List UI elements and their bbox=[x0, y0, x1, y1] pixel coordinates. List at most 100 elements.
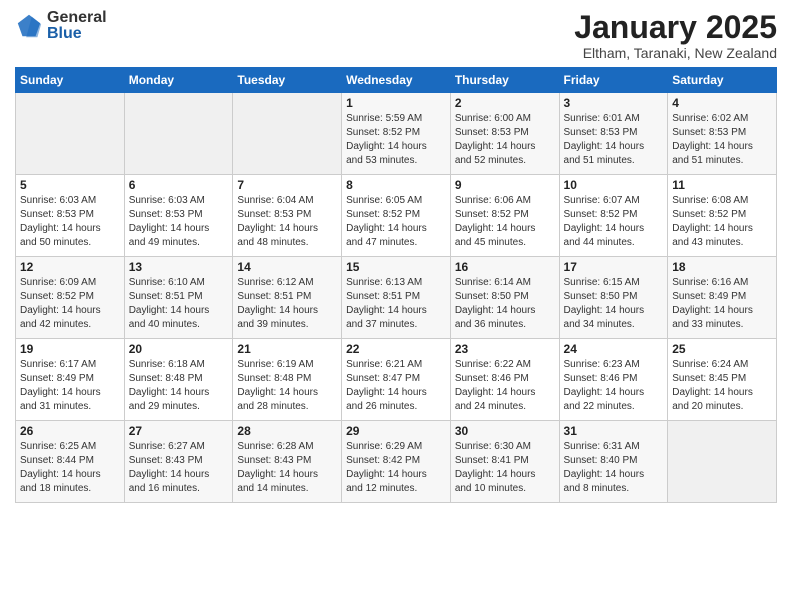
calendar-cell: 8Sunrise: 6:05 AM Sunset: 8:52 PM Daylig… bbox=[342, 175, 451, 257]
day-number: 23 bbox=[455, 342, 555, 356]
calendar-cell bbox=[124, 93, 233, 175]
day-number: 28 bbox=[237, 424, 337, 438]
calendar-cell: 25Sunrise: 6:24 AM Sunset: 8:45 PM Dayli… bbox=[668, 339, 777, 421]
cell-info: Sunrise: 6:29 AM Sunset: 8:42 PM Dayligh… bbox=[346, 440, 446, 496]
month-title: January 2025 bbox=[574, 10, 777, 45]
cell-info: Sunrise: 6:24 AM Sunset: 8:45 PM Dayligh… bbox=[672, 358, 772, 414]
cell-info: Sunrise: 5:59 AM Sunset: 8:52 PM Dayligh… bbox=[346, 112, 446, 168]
day-number: 20 bbox=[129, 342, 229, 356]
logo: General Blue bbox=[15, 10, 107, 42]
day-number: 10 bbox=[564, 178, 664, 192]
calendar-cell: 30 Sunrise: 6:30 AM Sunset: 8:41 PM Dayli… bbox=[450, 421, 559, 503]
day-number: 22 bbox=[346, 342, 446, 356]
calendar-cell bbox=[16, 93, 125, 175]
day-number: 11 bbox=[672, 178, 772, 192]
day-number: 1 bbox=[346, 96, 446, 110]
cell-info: Sunrise: 6:09 AM Sunset: 8:52 PM Dayligh… bbox=[20, 276, 120, 332]
calendar-cell: 5 Sunrise: 6:03 AM Sunset: 8:53 PM Daylig… bbox=[16, 175, 125, 257]
calendar-cell: 10 Sunrise: 6:07 AM Sunset: 8:52 PM Dayli… bbox=[559, 175, 668, 257]
cell-info: Sunrise: 6:07 AM Sunset: 8:52 PM Dayligh… bbox=[564, 194, 664, 250]
cell-info: Sunrise: 6:16 AM Sunset: 8:49 PM Dayligh… bbox=[672, 276, 772, 332]
header-row: SundayMondayTuesdayWednesdayThursdayFrid… bbox=[16, 68, 777, 93]
day-number: 27 bbox=[129, 424, 229, 438]
calendar-cell: 24Sunrise: 6:23 AM Sunset: 8:46 PM Dayli… bbox=[559, 339, 668, 421]
day-number: 14 bbox=[237, 260, 337, 274]
title-section: January 2025 Eltham, Taranaki, New Zeala… bbox=[574, 10, 777, 61]
week-row-4: 26Sunrise: 6:25 AM Sunset: 8:44 PM Dayli… bbox=[16, 421, 777, 503]
day-number: 31 bbox=[564, 424, 664, 438]
calendar-cell bbox=[233, 93, 342, 175]
calendar-cell: 23 Sunrise: 6:22 AM Sunset: 8:46 PM Dayli… bbox=[450, 339, 559, 421]
calendar-cell: 15Sunrise: 6:13 AM Sunset: 8:51 PM Dayli… bbox=[342, 257, 451, 339]
cell-info: Sunrise: 6:21 AM Sunset: 8:47 PM Dayligh… bbox=[346, 358, 446, 414]
day-number: 9 bbox=[455, 178, 555, 192]
logo-general-text: General bbox=[47, 10, 107, 26]
cell-info: Sunrise: 6:13 AM Sunset: 8:51 PM Dayligh… bbox=[346, 276, 446, 332]
cell-info: Sunrise: 6:08 AM Sunset: 8:52 PM Dayligh… bbox=[672, 194, 772, 250]
day-number: 5 bbox=[20, 178, 120, 192]
calendar-cell: 14 Sunrise: 6:12 AM Sunset: 8:51 PM Dayli… bbox=[233, 257, 342, 339]
cell-info: Sunrise: 6:19 AM Sunset: 8:48 PM Dayligh… bbox=[237, 358, 337, 414]
cell-info: Sunrise: 6:04 AM Sunset: 8:53 PM Dayligh… bbox=[237, 194, 337, 250]
calendar-cell: 11 Sunrise: 6:08 AM Sunset: 8:52 PM Dayli… bbox=[668, 175, 777, 257]
calendar-cell: 4 Sunrise: 6:02 AM Sunset: 8:53 PM Daylig… bbox=[668, 93, 777, 175]
cell-info: Sunrise: 6:01 AM Sunset: 8:53 PM Dayligh… bbox=[564, 112, 664, 168]
day-number: 29 bbox=[346, 424, 446, 438]
calendar-cell: 28 Sunrise: 6:28 AM Sunset: 8:43 PM Dayli… bbox=[233, 421, 342, 503]
calendar-cell: 12 Sunrise: 6:09 AM Sunset: 8:52 PM Dayli… bbox=[16, 257, 125, 339]
calendar-cell: 21 Sunrise: 6:19 AM Sunset: 8:48 PM Dayli… bbox=[233, 339, 342, 421]
calendar-table: SundayMondayTuesdayWednesdayThursdayFrid… bbox=[15, 67, 777, 503]
col-header-saturday: Saturday bbox=[668, 68, 777, 93]
cell-info: Sunrise: 6:17 AM Sunset: 8:49 PM Dayligh… bbox=[20, 358, 120, 414]
day-number: 4 bbox=[672, 96, 772, 110]
day-number: 13 bbox=[129, 260, 229, 274]
cell-info: Sunrise: 6:02 AM Sunset: 8:53 PM Dayligh… bbox=[672, 112, 772, 168]
cell-info: Sunrise: 6:30 AM Sunset: 8:41 PM Dayligh… bbox=[455, 440, 555, 496]
calendar-cell: 2Sunrise: 6:00 AM Sunset: 8:53 PM Daylig… bbox=[450, 93, 559, 175]
header: General Blue January 2025 Eltham, Tarana… bbox=[15, 10, 777, 61]
calendar-cell: 31 Sunrise: 6:31 AM Sunset: 8:40 PM Dayli… bbox=[559, 421, 668, 503]
calendar-cell: 7Sunrise: 6:04 AM Sunset: 8:53 PM Daylig… bbox=[233, 175, 342, 257]
week-row-1: 5 Sunrise: 6:03 AM Sunset: 8:53 PM Daylig… bbox=[16, 175, 777, 257]
day-number: 19 bbox=[20, 342, 120, 356]
col-header-friday: Friday bbox=[559, 68, 668, 93]
day-number: 21 bbox=[237, 342, 337, 356]
week-row-3: 19 Sunrise: 6:17 AM Sunset: 8:49 PM Dayli… bbox=[16, 339, 777, 421]
calendar-cell: 16Sunrise: 6:14 AM Sunset: 8:50 PM Dayli… bbox=[450, 257, 559, 339]
day-number: 16 bbox=[455, 260, 555, 274]
cell-info: Sunrise: 6:23 AM Sunset: 8:46 PM Dayligh… bbox=[564, 358, 664, 414]
col-header-wednesday: Wednesday bbox=[342, 68, 451, 93]
calendar-cell: 17 Sunrise: 6:15 AM Sunset: 8:50 PM Dayli… bbox=[559, 257, 668, 339]
calendar-cell: 29 Sunrise: 6:29 AM Sunset: 8:42 PM Dayli… bbox=[342, 421, 451, 503]
col-header-tuesday: Tuesday bbox=[233, 68, 342, 93]
cell-info: Sunrise: 6:27 AM Sunset: 8:43 PM Dayligh… bbox=[129, 440, 229, 496]
calendar-cell: 22 Sunrise: 6:21 AM Sunset: 8:47 PM Dayli… bbox=[342, 339, 451, 421]
cell-info: Sunrise: 6:10 AM Sunset: 8:51 PM Dayligh… bbox=[129, 276, 229, 332]
cell-info: Sunrise: 6:12 AM Sunset: 8:51 PM Dayligh… bbox=[237, 276, 337, 332]
cell-info: Sunrise: 6:03 AM Sunset: 8:53 PM Dayligh… bbox=[129, 194, 229, 250]
cell-info: Sunrise: 6:15 AM Sunset: 8:50 PM Dayligh… bbox=[564, 276, 664, 332]
calendar-cell: 3Sunrise: 6:01 AM Sunset: 8:53 PM Daylig… bbox=[559, 93, 668, 175]
cell-info: Sunrise: 6:03 AM Sunset: 8:53 PM Dayligh… bbox=[20, 194, 120, 250]
day-number: 2 bbox=[455, 96, 555, 110]
calendar-cell: 20 Sunrise: 6:18 AM Sunset: 8:48 PM Dayli… bbox=[124, 339, 233, 421]
day-number: 30 bbox=[455, 424, 555, 438]
day-number: 6 bbox=[129, 178, 229, 192]
cell-info: Sunrise: 6:18 AM Sunset: 8:48 PM Dayligh… bbox=[129, 358, 229, 414]
logo-icon bbox=[15, 12, 43, 40]
location: Eltham, Taranaki, New Zealand bbox=[574, 45, 777, 61]
calendar-cell: 26Sunrise: 6:25 AM Sunset: 8:44 PM Dayli… bbox=[16, 421, 125, 503]
day-number: 26 bbox=[20, 424, 120, 438]
day-number: 17 bbox=[564, 260, 664, 274]
calendar-cell: 13 Sunrise: 6:10 AM Sunset: 8:51 PM Dayli… bbox=[124, 257, 233, 339]
logo-blue-text: Blue bbox=[47, 26, 107, 42]
day-number: 8 bbox=[346, 178, 446, 192]
day-number: 18 bbox=[672, 260, 772, 274]
cell-info: Sunrise: 6:31 AM Sunset: 8:40 PM Dayligh… bbox=[564, 440, 664, 496]
cell-info: Sunrise: 6:22 AM Sunset: 8:46 PM Dayligh… bbox=[455, 358, 555, 414]
day-number: 12 bbox=[20, 260, 120, 274]
cell-info: Sunrise: 6:06 AM Sunset: 8:52 PM Dayligh… bbox=[455, 194, 555, 250]
cell-info: Sunrise: 6:28 AM Sunset: 8:43 PM Dayligh… bbox=[237, 440, 337, 496]
calendar-cell bbox=[668, 421, 777, 503]
calendar-cell: 18 Sunrise: 6:16 AM Sunset: 8:49 PM Dayli… bbox=[668, 257, 777, 339]
